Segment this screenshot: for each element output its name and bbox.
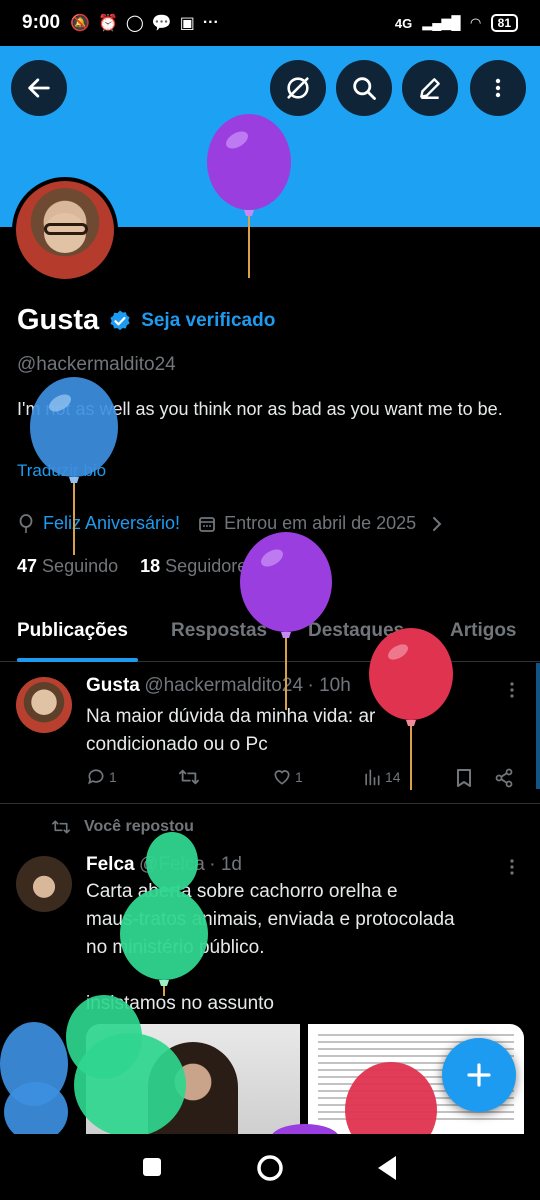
arrow-left-icon [28,78,50,98]
views-icon [365,769,380,786]
birthday-link[interactable]: Feliz Aniversário! [43,513,180,534]
repost-icon [179,769,199,785]
system-navigation-bar [0,1134,540,1200]
view-count: 14 [385,769,401,785]
post-image-photo[interactable] [86,1024,300,1134]
post-text-line: Carta aberta sobre cachorro orelha e [86,881,398,902]
views-button[interactable]: 14 [362,767,401,787]
balloon-location-icon [19,513,33,533]
get-verified-link[interactable]: Seja verificado [141,310,275,332]
profile-meta: Feliz Aniversário! Entrou em abril de 20… [17,513,444,534]
post-avatar[interactable] [16,677,72,733]
signal-icon: ▂▄▆█ [422,15,461,30]
heart-icon [274,770,290,785]
grok-icon [287,77,309,99]
post-item[interactable]: Gusta @hackermaldito24 · 10h Na maior dú… [0,663,540,803]
post-text: Carta aberta sobre cachorro orelha e mau… [86,878,526,1018]
chevron-right-icon[interactable] [430,516,444,532]
profile-name: Gusta [17,304,100,336]
profile-handle: @hackermaldito24 [17,354,176,375]
like-button[interactable]: 1 [272,767,303,787]
post-text-line: maus-tratos animais, enviada e protocola… [86,909,455,930]
back-button[interactable] [11,60,67,116]
post-text-line: no ministério público. [86,937,265,958]
post-header: Gusta @hackermaldito24 · 10h [86,675,351,697]
recent-apps-icon[interactable] [142,1157,162,1177]
status-time: 9:00 [22,12,61,33]
post-handle: @hackermaldito24 [144,675,304,696]
post-scroll-indicator [536,663,540,789]
profile-avatar[interactable] [12,177,118,283]
wifi-icon: ◠ [470,15,481,30]
active-tab-indicator [17,658,138,662]
post-avatar[interactable] [16,856,72,912]
system-icons: 4G ▂▄▆█ ◠ 81 [395,14,518,32]
post-text-line: condicionado ou o Pc [86,734,268,755]
post-text: Na maior dúvida da minha vida: ar condic… [86,703,526,759]
post-text-spacer [86,962,526,990]
repost-indicator: Você repostou [50,818,194,836]
repost-label: Você repostou [84,818,194,835]
profile-bio: I'm not as well as you think nor as bad … [17,399,503,419]
reply-icon [88,769,104,785]
tab-highlights[interactable]: Destaques [308,620,404,642]
muted-notifications-icon: 🔕 [70,15,90,32]
notification-icons: 🔕 ⏰ ◯ 💬 ▣ ··· [70,13,219,33]
calendar-icon: ▣ [179,15,195,32]
battery-level: 81 [490,14,518,32]
repost-button[interactable] [178,767,200,787]
following-link[interactable]: 47 Seguindo [17,556,118,577]
more-notifications-icon: ··· [202,14,219,31]
search-icon [353,77,376,100]
repost-icon [51,820,70,834]
post-handle: @Felca [139,854,205,875]
post-more-icon[interactable] [504,681,520,699]
bookmark-icon[interactable] [455,768,473,788]
photo-person [148,1042,238,1134]
tab-replies[interactable]: Respostas [171,620,267,642]
plus-icon [467,1063,491,1087]
calendar-icon [199,516,215,532]
home-icon[interactable] [255,1153,285,1183]
followers-count: 18 [140,556,161,576]
more-button[interactable] [470,60,526,116]
grok-button[interactable] [270,60,326,116]
status-bar: 9:00 🔕 ⏰ ◯ 💬 ▣ ··· 4G ▂▄▆█ ◠ 81 [0,0,540,46]
network-type: 4G [394,15,413,31]
search-button[interactable] [336,60,392,116]
share-icon[interactable] [494,768,514,788]
post-time: · 10h [307,675,351,696]
tab-articles[interactable]: Artigos [450,620,517,642]
followers-label: Seguidores [165,556,257,576]
like-count: 1 [295,769,303,785]
chat-bubble-icon: 💬 [151,15,172,32]
compose-button[interactable] [442,1038,516,1112]
followers-link[interactable]: 18 Seguidores [140,556,256,577]
tab-posts[interactable]: Publicações [17,620,128,642]
edit-button[interactable] [402,60,458,116]
reply-button[interactable]: 1 [86,767,117,787]
reply-count: 1 [109,769,117,785]
following-count: 47 [17,556,38,576]
avatar-glasses [44,223,88,235]
post-text-line: Na maior dúvida da minha vida: ar [86,706,376,727]
profile-tabs: Publicações Respostas Destaques Artigos [0,612,540,662]
alarm-icon: ⏰ [97,15,118,32]
post-more-icon[interactable] [504,858,520,876]
post-header: Felca @Felca · 1d [86,854,242,876]
more-vertical-icon [495,78,501,98]
post-author[interactable]: Felca [86,854,135,875]
whatsapp-icon: ◯ [125,15,144,32]
joined-date: Entrou em abril de 2025 [224,513,417,533]
back-nav-icon[interactable] [376,1155,398,1181]
post-text-line: insistamos no assunto [86,993,274,1014]
verified-badge-icon [110,310,130,330]
post-author[interactable]: Gusta [86,675,140,696]
profile-name-row: Gusta Seja verificado [17,304,275,337]
post-time: · 1d [209,854,242,875]
translate-bio-link[interactable]: Traduzir bio [17,461,106,481]
follow-stats: 47 Seguindo 18 Seguidores [17,556,256,577]
pencil-icon [420,78,440,99]
following-label: Seguindo [42,556,119,576]
